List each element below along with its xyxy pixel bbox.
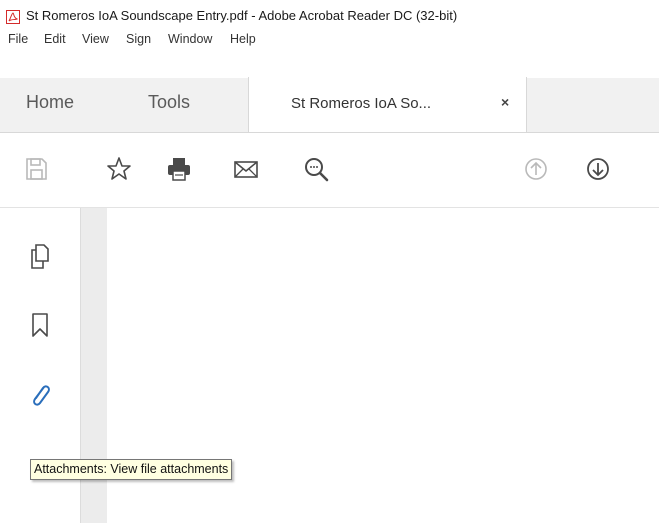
page-up-icon [525, 158, 547, 180]
bookmarks-button[interactable] [27, 310, 53, 340]
print-button[interactable] [165, 155, 193, 183]
toolbar [0, 133, 659, 208]
menu-view[interactable]: View [82, 32, 109, 46]
tab-document-label: St Romeros IoA So... [291, 95, 432, 112]
menu-file[interactable]: File [8, 32, 28, 46]
menu-sign[interactable]: Sign [126, 32, 151, 46]
menu-edit[interactable]: Edit [44, 32, 66, 46]
acrobat-app-icon [6, 10, 20, 24]
zoom-button[interactable] [302, 155, 330, 183]
zoom-icon [305, 158, 329, 182]
page-down-icon [587, 158, 609, 180]
email-icon [234, 161, 258, 178]
email-button[interactable] [232, 155, 260, 183]
print-icon [168, 158, 190, 181]
tab-document[interactable]: St Romeros IoA So... × [248, 77, 527, 132]
close-tab-button[interactable]: × [501, 94, 509, 110]
attachments-tooltip: Attachments: View file attachments [30, 459, 233, 480]
bookmark-star-icon [107, 157, 131, 180]
menu-window[interactable]: Window [168, 32, 212, 46]
attachment-icon [33, 385, 50, 406]
next-page-button[interactable] [584, 155, 612, 183]
bookmark-star-button[interactable] [105, 155, 133, 183]
menu-help[interactable]: Help [230, 32, 256, 46]
window-title: St Romeros IoA Soundscape Entry.pdf - Ad… [26, 8, 458, 23]
tab-home[interactable]: Home [26, 92, 74, 113]
attachments-button[interactable] [27, 380, 53, 410]
bookmark-icon [32, 313, 48, 337]
save-icon [26, 158, 47, 180]
tab-bar: Home Tools St Romeros IoA So... × [0, 77, 659, 133]
pages-icon [31, 244, 49, 269]
page-thumbnails-button[interactable] [27, 242, 53, 272]
menu-bar: File Edit View Sign Window Help [0, 28, 659, 48]
tab-tools[interactable]: Tools [148, 92, 190, 113]
save-button[interactable] [22, 155, 50, 183]
previous-page-button[interactable] [522, 155, 550, 183]
